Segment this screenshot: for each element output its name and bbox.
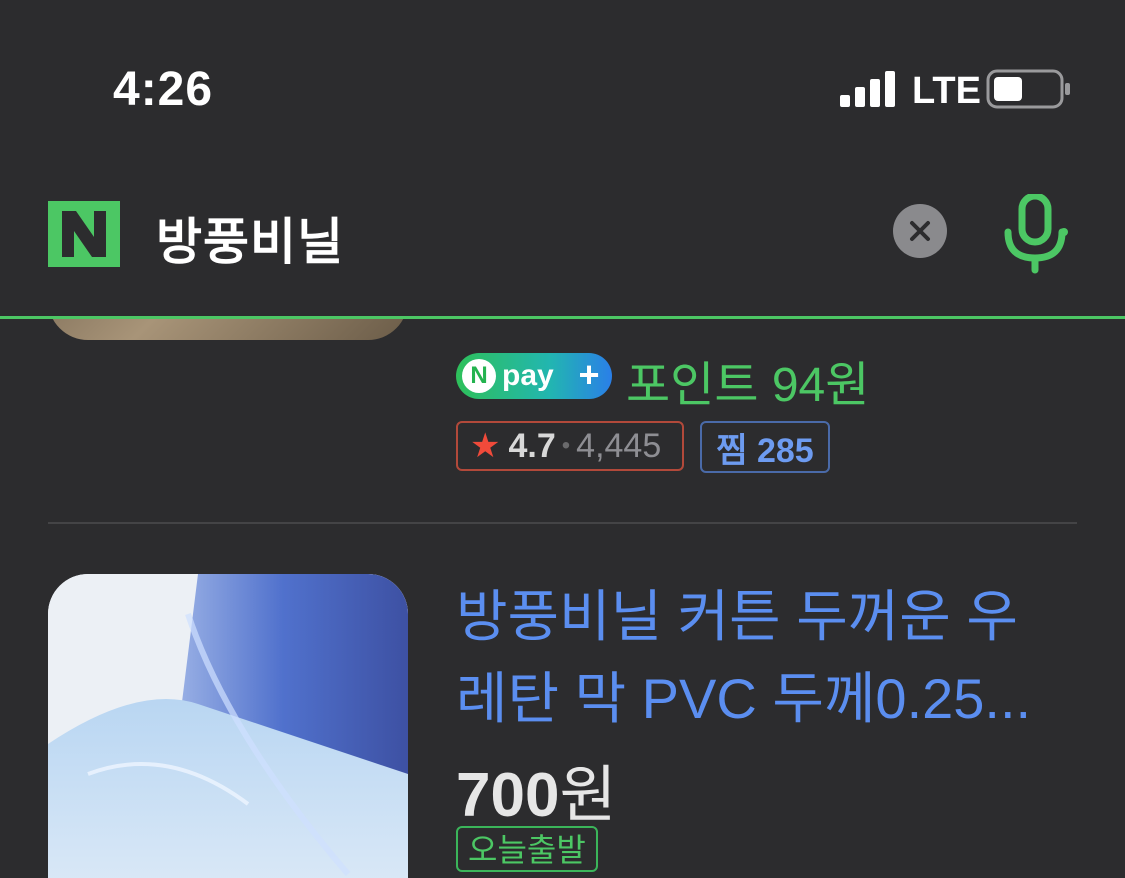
signal-icon [840, 71, 895, 107]
microphone-icon[interactable] [1000, 194, 1070, 274]
naver-logo-icon[interactable] [48, 201, 120, 267]
product-title-line1: 방풍비닐 커튼 두꺼운 우 [456, 585, 1018, 648]
status-bar: 4:26 LTE [0, 0, 1125, 150]
review-count: 4,445 [576, 426, 662, 465]
separator-dot: • [561, 432, 571, 459]
star-icon: ★ [470, 427, 501, 465]
npay-label: pay [502, 359, 554, 392]
npay-n-icon: N [462, 359, 496, 393]
close-icon [910, 221, 930, 241]
npay-plus-badge: N pay + [456, 353, 612, 399]
product-title-line2: 레탄 막 PVC 두께0.25... [456, 667, 1032, 730]
search-bar: 방풍비닐 [0, 150, 1125, 319]
rating-box[interactable]: ★ 4.7 • 4,445 [456, 421, 684, 471]
product-price: 700원 [456, 744, 617, 834]
item-divider [48, 522, 1077, 524]
wishlist-count: 찜 285 [716, 431, 814, 470]
search-input[interactable]: 방풍비닐 [156, 202, 344, 274]
network-type: LTE [912, 70, 981, 112]
points-text: 포인트 94원 [626, 359, 870, 412]
product-thumbnail[interactable] [48, 574, 408, 878]
product-title[interactable]: 방풍비닐 커튼 두꺼운 우 레탄 막 PVC 두께0.25... [456, 576, 1076, 740]
status-time: 4:26 [113, 63, 214, 116]
price-unit: 원 [559, 761, 617, 830]
clear-search-button[interactable] [893, 204, 947, 258]
pvc-roll-image [48, 574, 408, 878]
shipping-badge: 오늘출발 [456, 826, 598, 872]
price-number: 700 [456, 761, 560, 830]
plus-icon: + [578, 354, 600, 395]
battery-icon [986, 69, 1070, 109]
rating-value: 4.7 [508, 426, 556, 465]
wishlist-count-box[interactable]: 찜 285 [700, 421, 830, 473]
